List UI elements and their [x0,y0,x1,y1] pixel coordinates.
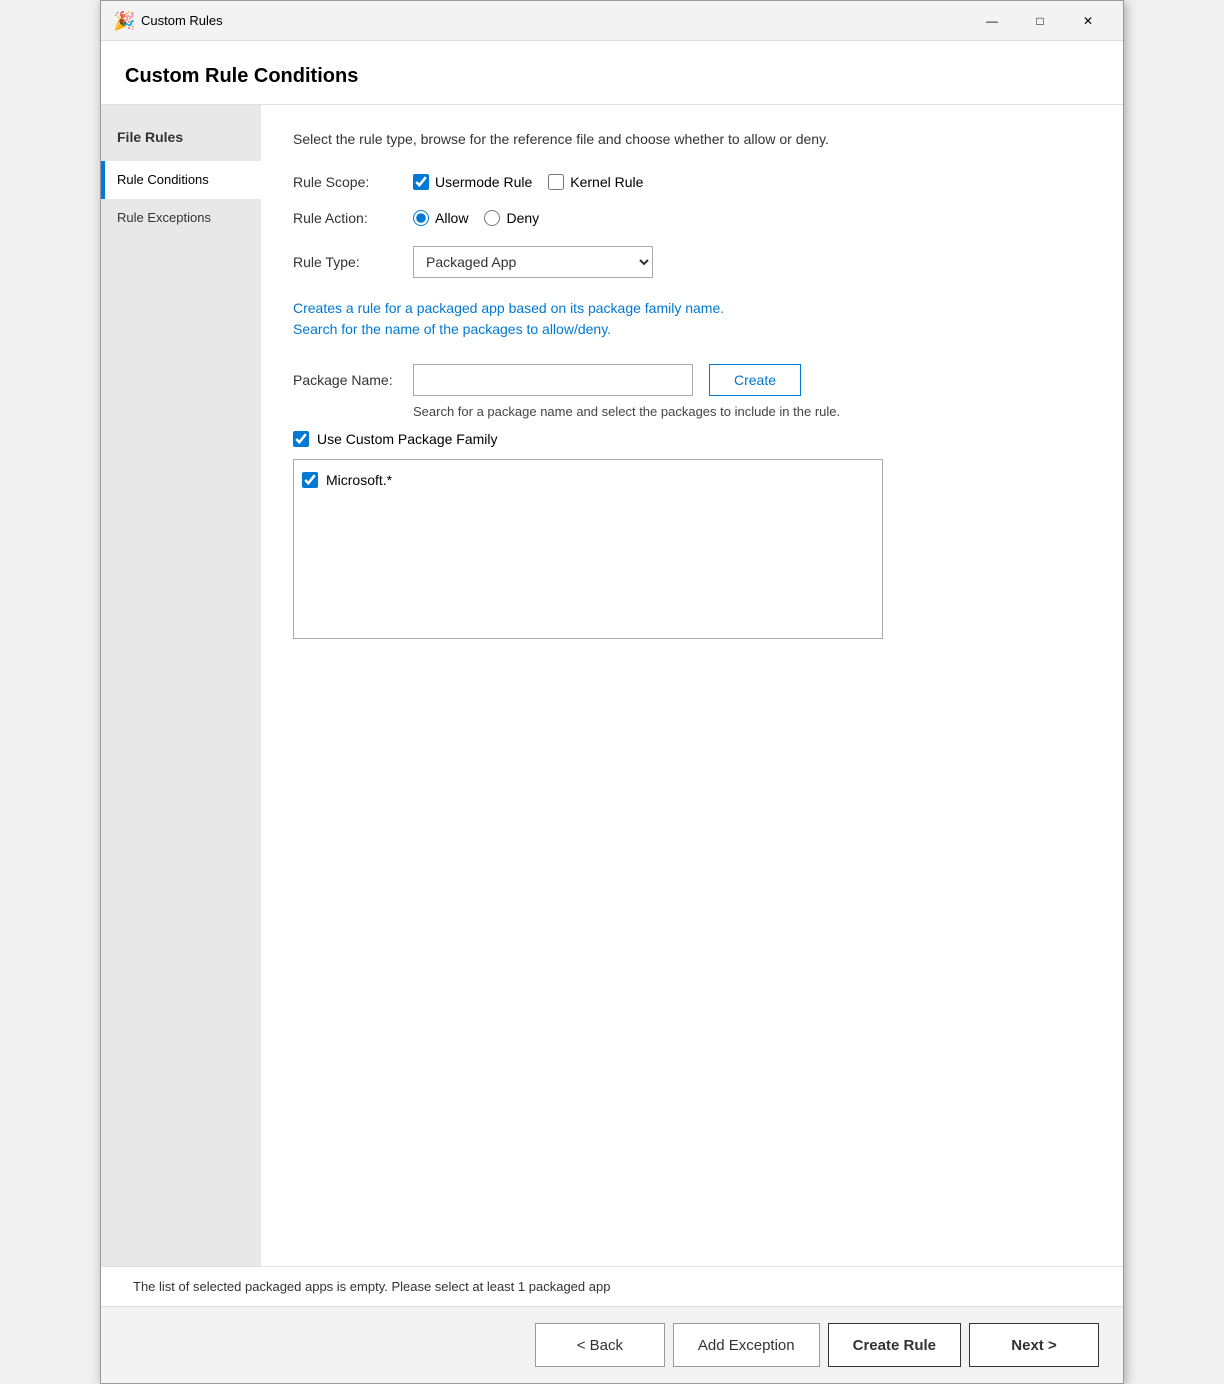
rule-action-row: Rule Action: Allow Deny [293,210,1091,226]
create-button[interactable]: Create [709,364,801,396]
deny-radio-label[interactable]: Deny [484,210,539,226]
package-item-label: Microsoft.* [326,472,392,488]
allow-label: Allow [435,210,468,226]
kernel-checkbox-label[interactable]: Kernel Rule [548,174,643,190]
app-icon: 🎉 [113,11,133,31]
rule-type-label: Rule Type: [293,254,413,270]
next-button[interactable]: Next > [969,1323,1099,1367]
kernel-checkbox[interactable] [548,174,564,190]
rule-action-controls: Allow Deny [413,210,539,226]
minimize-button[interactable]: — [969,6,1015,36]
search-hint: Search for a package name and select the… [413,404,1091,419]
sidebar: File Rules Rule Conditions Rule Exceptio… [101,105,261,1266]
maximize-button[interactable]: □ [1017,6,1063,36]
window-title: Custom Rules [141,13,969,28]
allow-radio[interactable] [413,210,429,226]
usermode-checkbox[interactable] [413,174,429,190]
close-button[interactable]: ✕ [1065,6,1111,36]
use-custom-label: Use Custom Package Family [317,431,498,447]
content-area: File Rules Rule Conditions Rule Exceptio… [101,105,1123,1266]
rule-action-label: Rule Action: [293,210,413,226]
package-name-label: Package Name: [293,372,413,388]
help-text: Creates a rule for a packaged app based … [293,298,1091,340]
rule-scope-label: Rule Scope: [293,174,413,190]
status-bar: The list of selected packaged apps is em… [101,1266,1123,1306]
window-controls: — □ ✕ [969,6,1111,36]
use-custom-checkbox[interactable] [293,431,309,447]
rule-scope-row: Rule Scope: Usermode Rule Kernel Rule [293,174,1091,190]
sidebar-item-rule-conditions[interactable]: Rule Conditions [101,161,261,199]
create-rule-button[interactable]: Create Rule [828,1323,961,1367]
application-window: 🎉 Custom Rules — □ ✕ Custom Rule Conditi… [100,0,1124,1384]
package-name-row: Package Name: Create [293,364,1091,396]
rule-type-select[interactable]: Publisher Hash Path Packaged App [413,246,653,278]
sidebar-item-rule-exceptions[interactable]: Rule Exceptions [101,199,261,237]
allow-radio-label[interactable]: Allow [413,210,468,226]
title-bar: 🎉 Custom Rules — □ ✕ [101,1,1123,41]
kernel-label: Kernel Rule [570,174,643,190]
form-area: Select the rule type, browse for the ref… [261,105,1123,1266]
deny-radio[interactable] [484,210,500,226]
package-item-checkbox[interactable] [302,472,318,488]
package-name-input[interactable] [413,364,693,396]
description-text: Select the rule type, browse for the ref… [293,129,1091,150]
rule-scope-controls: Usermode Rule Kernel Rule [413,174,643,190]
back-button[interactable]: < Back [535,1323,665,1367]
sidebar-section-file-rules: File Rules [101,121,261,153]
page-title: Custom Rule Conditions [101,41,1123,105]
usermode-checkbox-label[interactable]: Usermode Rule [413,174,532,190]
footer-buttons: < Back Add Exception Create Rule Next > [101,1306,1123,1383]
package-list-container: Microsoft.* [293,459,883,639]
deny-label: Deny [506,210,539,226]
package-list-item: Microsoft.* [302,468,874,492]
usermode-label: Usermode Rule [435,174,532,190]
rule-type-row: Rule Type: Publisher Hash Path Packaged … [293,246,1091,278]
use-custom-row: Use Custom Package Family [293,431,1091,447]
add-exception-button[interactable]: Add Exception [673,1323,820,1367]
